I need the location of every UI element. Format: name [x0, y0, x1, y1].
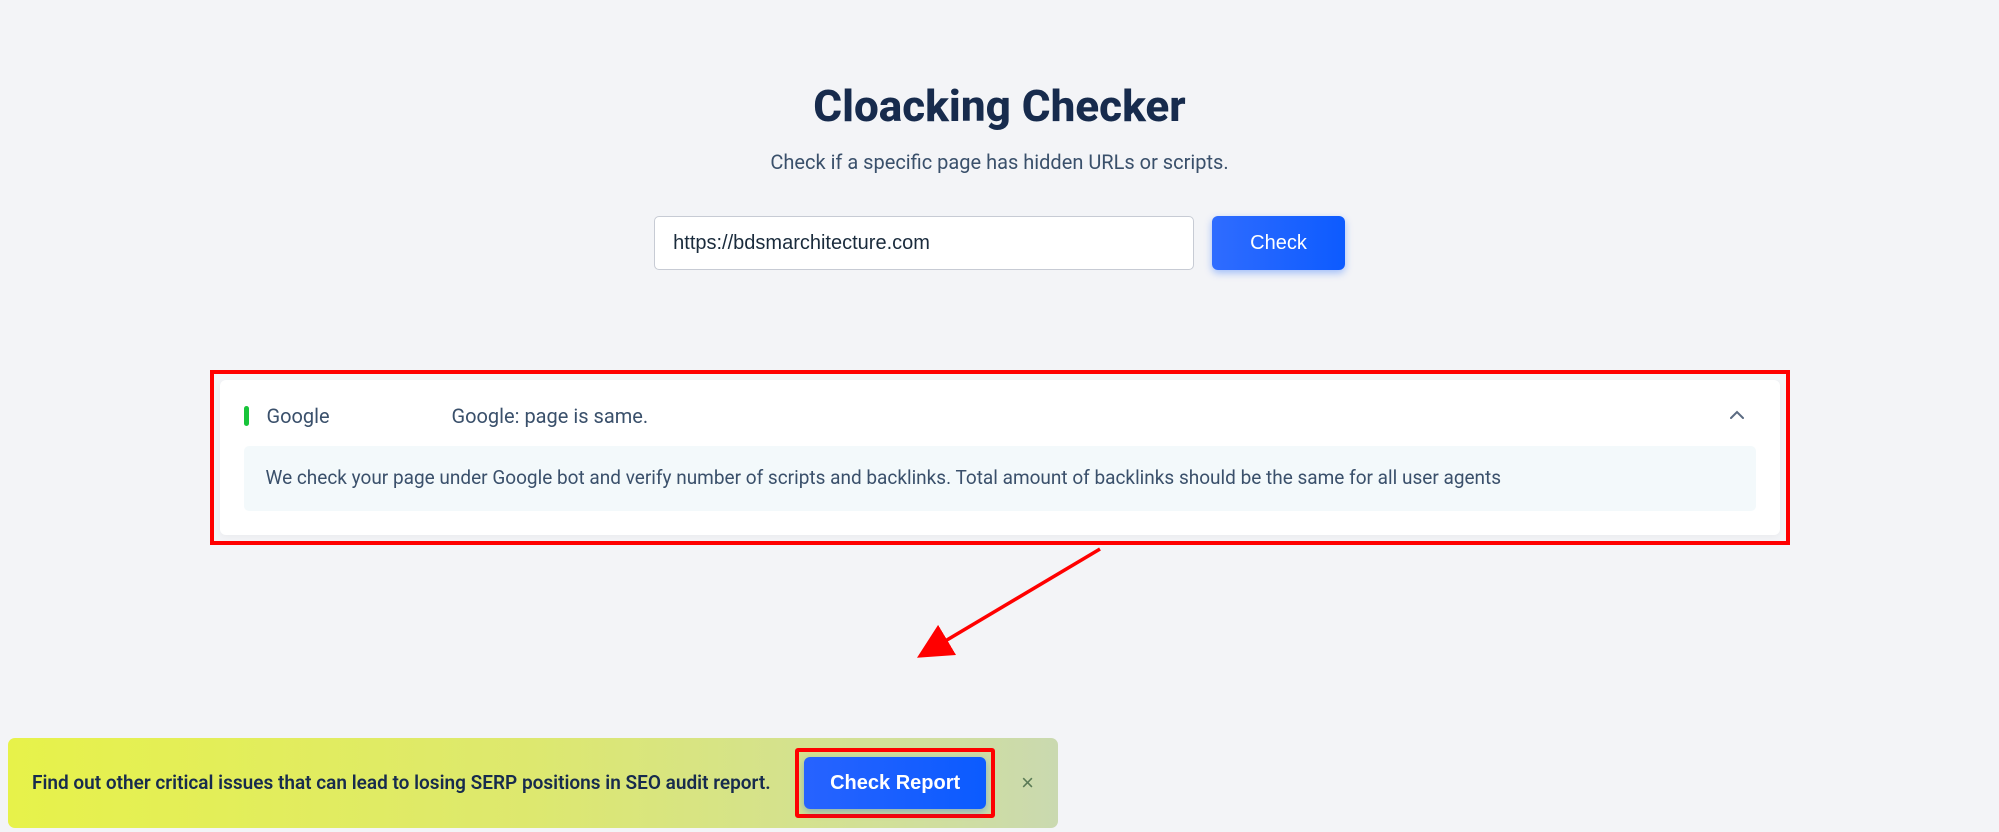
url-input[interactable]: [654, 216, 1194, 270]
result-status-text: Google: page is same.: [452, 404, 649, 428]
check-button[interactable]: Check: [1212, 216, 1345, 270]
result-header[interactable]: Google Google: page is same.: [244, 404, 1756, 428]
result-card[interactable]: Google Google: page is same. We check yo…: [220, 380, 1780, 535]
status-indicator: [244, 406, 249, 426]
annotation-box-result: Google Google: page is same. We check yo…: [210, 370, 1790, 545]
result-description: We check your page under Google bot and …: [244, 446, 1756, 511]
close-icon[interactable]: ×: [1009, 768, 1046, 798]
banner-text: Find out other critical issues that can …: [32, 768, 795, 797]
chevron-up-icon[interactable]: [1730, 408, 1744, 424]
page-title: Cloacking Checker: [813, 80, 1185, 132]
page-subtitle: Check if a specific page has hidden URLs…: [770, 150, 1228, 174]
annotation-box-cta: Check Report: [795, 748, 995, 818]
annotation-arrow-icon: [870, 541, 1130, 671]
result-provider: Google: [267, 404, 452, 428]
url-form: Check: [654, 216, 1345, 270]
check-report-button[interactable]: Check Report: [804, 757, 986, 809]
promo-banner: Find out other critical issues that can …: [8, 738, 1058, 828]
